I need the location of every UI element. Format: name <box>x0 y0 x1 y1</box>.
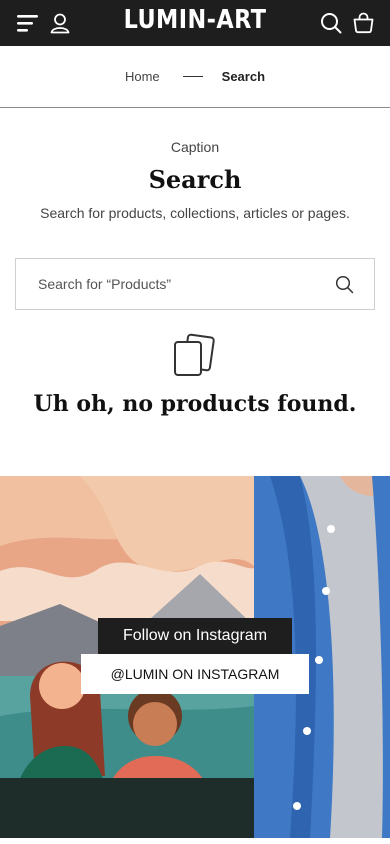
instagram-button[interactable]: @LUMIN ON INSTAGRAM <box>81 654 309 694</box>
breadcrumb: Home Search <box>0 46 390 108</box>
page-subtitle: Search for products, collections, articl… <box>40 205 350 221</box>
empty-box-icon <box>174 333 215 376</box>
no-products-message: Uh oh, no products found. <box>33 391 357 417</box>
breadcrumb-separator <box>182 76 203 77</box>
search-input[interactable] <box>38 259 328 309</box>
top-navigation-bar: LUMIN-ART <box>0 0 390 46</box>
search-form <box>15 258 375 310</box>
breadcrumb-current: Search <box>221 69 266 84</box>
search-submit-icon[interactable] <box>335 275 354 294</box>
page-caption: Caption <box>170 139 220 155</box>
search-icon[interactable] <box>320 12 342 34</box>
brand-logo[interactable]: LUMIN-ART <box>27 4 362 36</box>
follow-instagram-label: Follow on Instagram <box>98 618 292 654</box>
page-title: Search <box>148 165 242 194</box>
cart-icon[interactable] <box>352 11 375 34</box>
breadcrumb-home-link[interactable]: Home <box>125 69 160 84</box>
